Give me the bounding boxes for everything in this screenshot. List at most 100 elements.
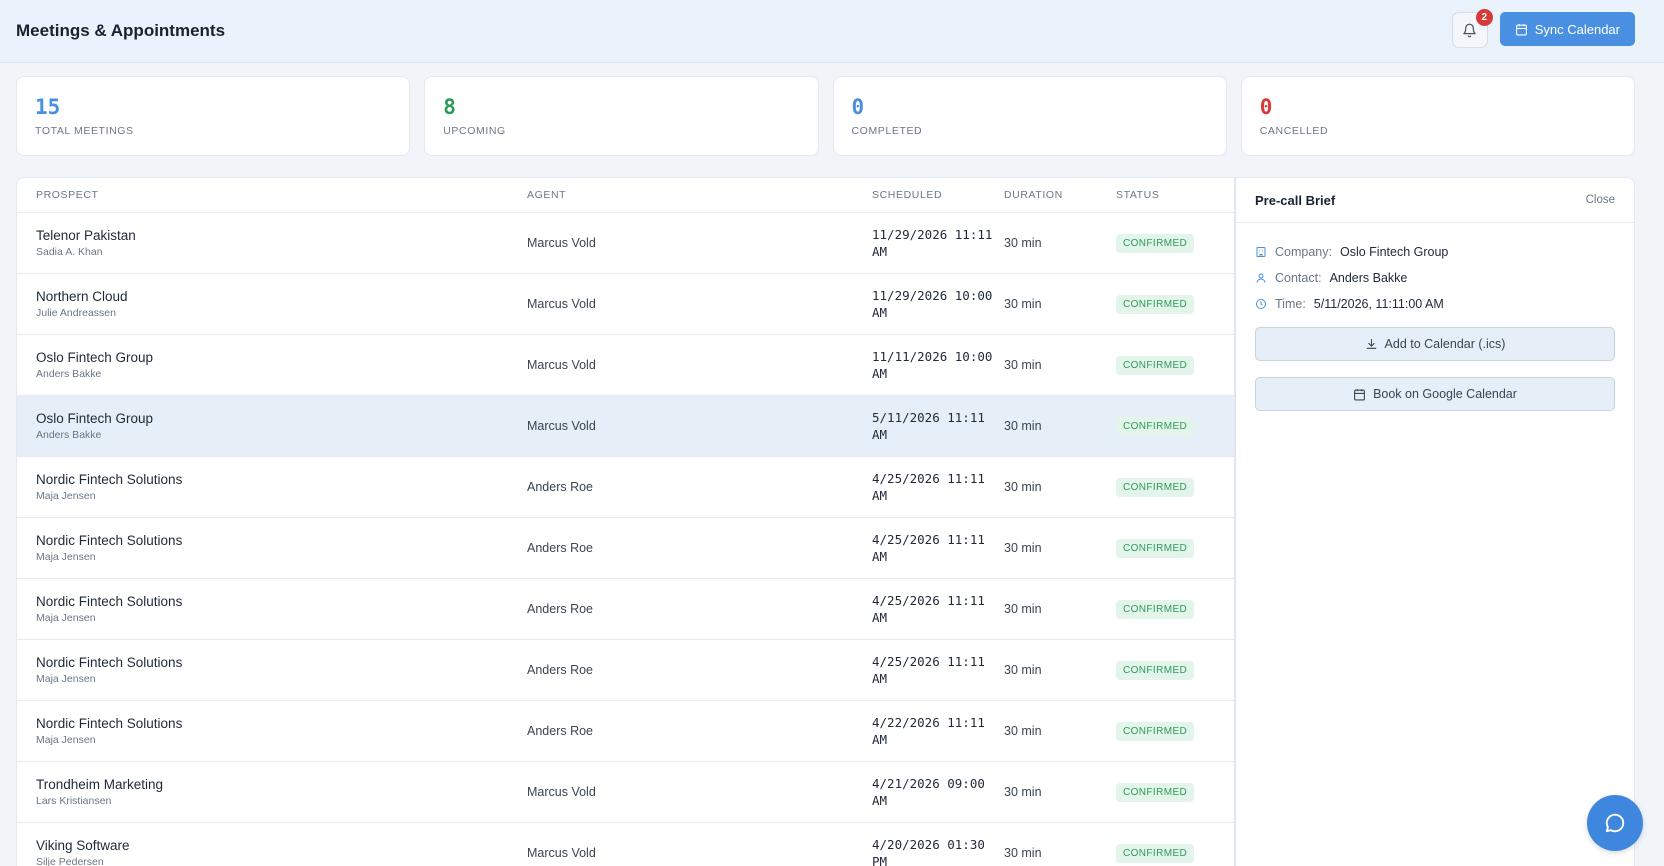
status-badge: CONFIRMED: [1116, 661, 1195, 680]
prospect-cell: Northern Cloud Julie Andreassen: [17, 289, 527, 319]
building-icon: [1256, 247, 1266, 257]
table-row[interactable]: Nordic Fintech Solutions Maja Jensen Ander…: [17, 518, 1234, 579]
contact-label: Contact:: [1275, 271, 1322, 285]
prospect-cell: Viking Software Silje Pedersen: [17, 838, 527, 866]
status-badge: CONFIRMED: [1116, 234, 1195, 253]
table-row[interactable]: Trondheim Marketing Lars Kristiansen Marcu…: [17, 762, 1234, 823]
column-header-status[interactable]: STATUS: [1116, 189, 1226, 201]
chat-button[interactable]: [1587, 795, 1643, 851]
duration-cell: 30 min: [1004, 480, 1042, 494]
status-cell: CONFIRMED: [1116, 660, 1226, 680]
table-header: PROSPECT AGENT SCHEDULED DURATION STATUS: [17, 178, 1234, 213]
prospect-cell: Nordic Fintech Solutions Maja Jensen: [17, 655, 527, 685]
pre-call-brief-panel: Pre-call Brief Close Company: Oslo Finte…: [1235, 177, 1635, 866]
stat-label: TOTAL MEETINGS: [35, 125, 134, 137]
status-badge: CONFIRMED: [1116, 478, 1195, 497]
scheduled-meridiem: AM: [872, 793, 888, 808]
scheduled-cell: 4/25/2026 11:11 AM: [872, 653, 1004, 687]
prospect-contact: Anders Bakke: [36, 429, 102, 441]
agent-cell: Marcus Vold: [527, 297, 596, 311]
scheduled-cell: 4/21/2026 09:00 AM: [872, 775, 1004, 809]
scheduled-cell: 4/25/2026 11:11 AM: [872, 592, 1004, 626]
prospect-contact: Lars Kristiansen: [36, 795, 112, 807]
scheduled-date: 11/29/2026 10:00: [872, 288, 993, 303]
stat-label: UPCOMING: [443, 125, 506, 137]
column-header-scheduled[interactable]: SCHEDULED: [872, 187, 1004, 204]
calendar-icon: [1515, 23, 1527, 35]
close-brief-button[interactable]: Close: [1586, 194, 1615, 206]
agent-cell: Anders Roe: [527, 541, 594, 555]
add-to-calendar-ics-button[interactable]: Add to Calendar (.ics): [1255, 327, 1615, 361]
table-row[interactable]: Nordic Fintech Solutions Maja Jensen Ander…: [17, 457, 1234, 518]
scheduled-meridiem: AM: [872, 610, 888, 625]
table-row[interactable]: Oslo Fintech Group Anders Bakke Marcus Vol…: [17, 396, 1234, 457]
scheduled-date: 4/25/2026 11:11: [872, 471, 985, 486]
duration-cell: 30 min: [1004, 358, 1042, 372]
notification-badge: 2: [1475, 9, 1493, 26]
table-row[interactable]: Nordic Fintech Solutions Maja Jensen Ander…: [17, 701, 1234, 762]
scheduled-cell: 4/25/2026 11:11 AM: [872, 531, 1004, 565]
download-icon: [1366, 338, 1376, 349]
calendar-icon: [1354, 388, 1365, 400]
prospect-name: Northern Cloud: [36, 289, 128, 304]
scheduled-meridiem: AM: [872, 244, 888, 259]
scheduled-meridiem: PM: [872, 854, 888, 866]
scheduled-date: 4/25/2026 11:11: [872, 532, 985, 547]
status-cell: CONFIRMED: [1116, 599, 1226, 619]
table-row[interactable]: Viking Software Silje Pedersen Marcus Vold…: [17, 823, 1234, 866]
stat-card-cancelled: 0 CANCELLED: [1240, 76, 1635, 156]
column-header-duration[interactable]: DURATION: [1004, 189, 1116, 201]
scheduled-cell: 11/11/2026 10:00 AM: [872, 348, 1004, 382]
chat-bubble-icon: [1605, 813, 1625, 833]
prospect-cell: Telenor Pakistan Sadia A. Khan: [17, 228, 527, 258]
agent-cell: Anders Roe: [527, 602, 594, 616]
company-label: Company:: [1275, 245, 1332, 259]
duration-cell: 30 min: [1004, 602, 1042, 616]
status-badge: CONFIRMED: [1116, 417, 1195, 436]
status-badge: CONFIRMED: [1116, 295, 1195, 314]
agent-cell: Marcus Vold: [527, 358, 596, 372]
status-cell: CONFIRMED: [1116, 294, 1226, 314]
book-google-calendar-button[interactable]: Book on Google Calendar: [1255, 377, 1615, 411]
status-badge: CONFIRMED: [1116, 783, 1195, 802]
status-cell: CONFIRMED: [1116, 721, 1226, 741]
table-row[interactable]: Telenor Pakistan Sadia A. Khan Marcus Vold…: [17, 213, 1234, 274]
stat-value: 15: [35, 95, 61, 119]
prospect-name: Nordic Fintech Solutions: [36, 716, 183, 731]
table-row[interactable]: Northern Cloud Julie Andreassen Marcus Vol…: [17, 274, 1234, 335]
sync-calendar-label: Sync Calendar: [1534, 21, 1620, 37]
scheduled-cell: 4/20/2026 01:30 PM: [872, 836, 1004, 866]
agent-cell: Anders Roe: [527, 663, 594, 677]
stat-card-total: 15 TOTAL MEETINGS: [16, 76, 411, 156]
sync-calendar-button[interactable]: Sync Calendar: [1499, 12, 1635, 46]
prospect-cell: Nordic Fintech Solutions Maja Jensen: [17, 472, 527, 502]
prospect-contact: Maja Jensen: [36, 673, 96, 685]
agent-cell: Marcus Vold: [527, 419, 596, 433]
brief-header: Pre-call Brief Close: [1236, 178, 1634, 223]
table-row[interactable]: Oslo Fintech Group Anders Bakke Marcus Vol…: [17, 335, 1234, 396]
table-row[interactable]: Nordic Fintech Solutions Maja Jensen Ander…: [17, 579, 1234, 640]
notifications-button[interactable]: 2: [1451, 9, 1493, 48]
header-actions: 2 Sync Calendar: [1451, 9, 1635, 48]
prospect-contact: Maja Jensen: [36, 490, 96, 502]
brief-body: Company: Oslo Fintech Group Contact: And…: [1236, 223, 1634, 427]
company-value: Oslo Fintech Group: [1339, 245, 1449, 259]
stats-row: 15 TOTAL MEETINGS 8 UPCOMING 0 COMPLETED…: [16, 76, 1635, 156]
duration-cell: 30 min: [1004, 724, 1042, 738]
contact-value: Anders Bakke: [1329, 271, 1408, 285]
scheduled-meridiem: AM: [872, 305, 888, 320]
column-header-prospect[interactable]: PROSPECT: [17, 189, 527, 201]
time-value: 5/11/2026, 11:11:00 AM: [1313, 297, 1444, 311]
stat-label: CANCELLED: [1259, 125, 1329, 137]
prospect-name: Nordic Fintech Solutions: [36, 472, 183, 487]
table-row[interactable]: Nordic Fintech Solutions Maja Jensen Ander…: [17, 640, 1234, 701]
column-header-agent[interactable]: AGENT: [527, 189, 872, 201]
scheduled-cell: 11/29/2026 10:00 AM: [872, 287, 1004, 321]
add-to-calendar-label: Add to Calendar (.ics): [1384, 337, 1506, 351]
clock-icon: [1256, 299, 1266, 309]
scheduled-date: 11/29/2026 11:11: [872, 227, 993, 242]
brief-company: Company: Oslo Fintech Group: [1255, 239, 1615, 265]
agent-cell: Anders Roe: [527, 724, 594, 738]
scheduled-date: 5/11/2026 11:11: [872, 410, 985, 425]
scheduled-meridiem: AM: [872, 427, 888, 442]
